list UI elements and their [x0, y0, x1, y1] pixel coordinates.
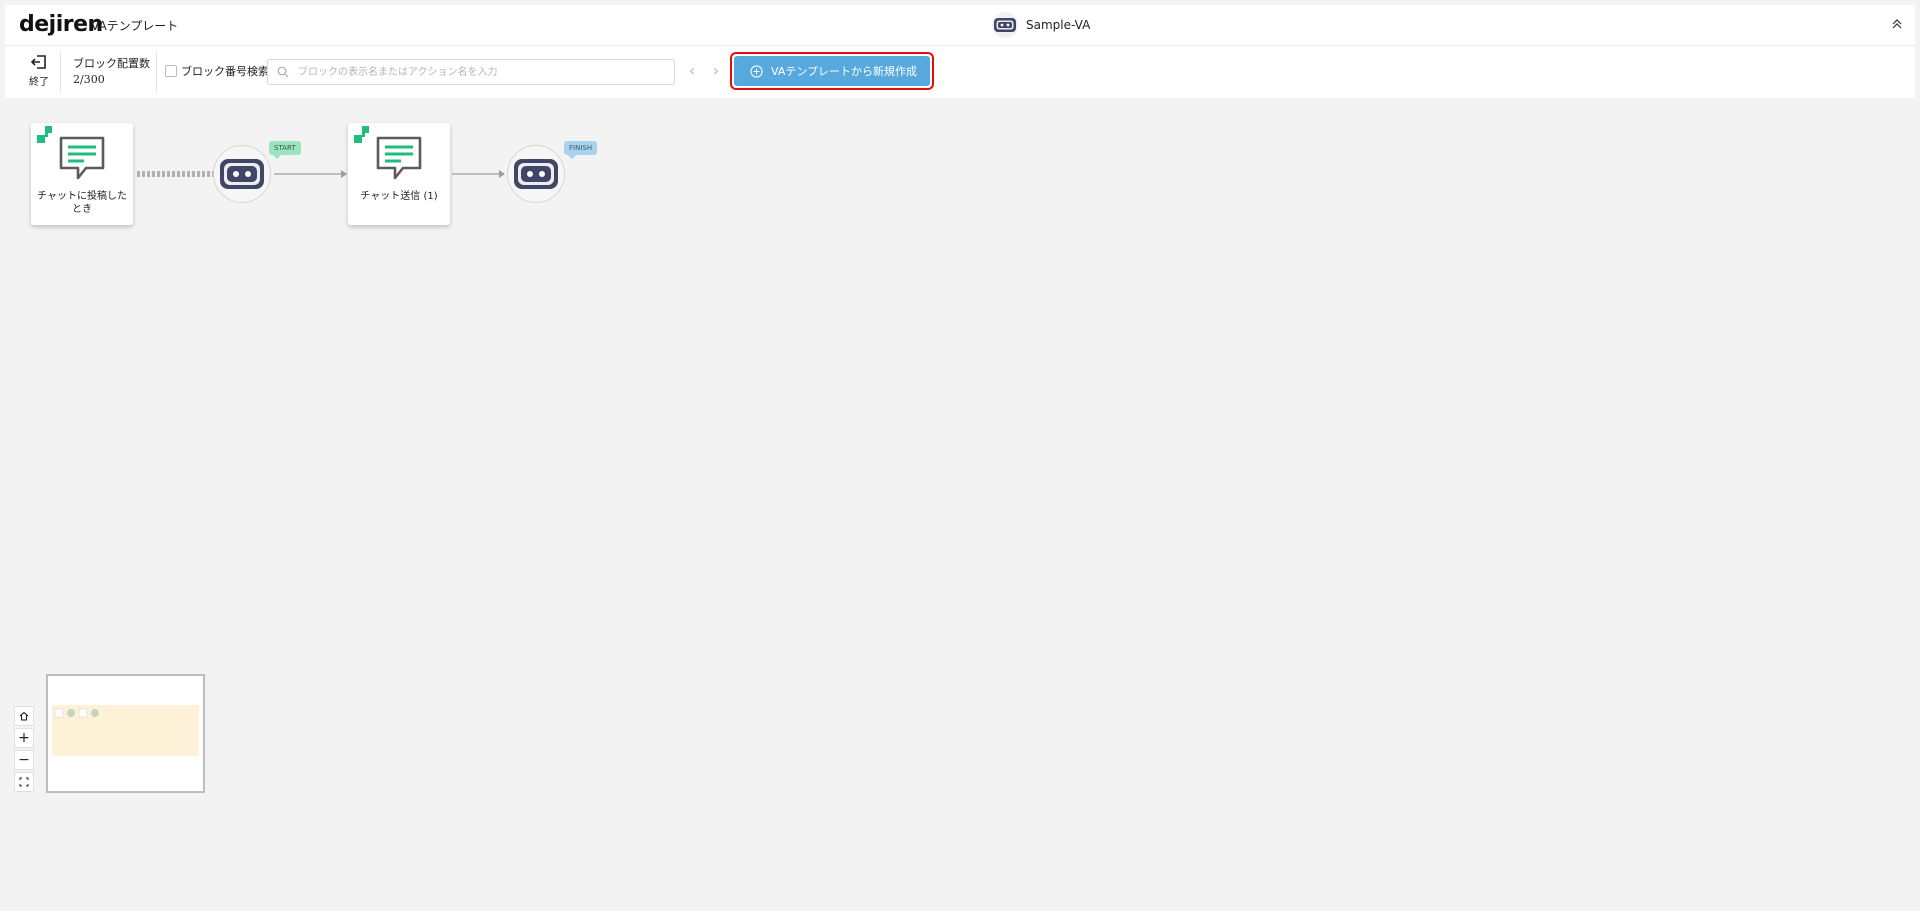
block-count-value: 2/300	[73, 73, 105, 86]
search-by-number-label: ブロック番号検索	[181, 65, 269, 78]
zoom-out-button[interactable]: −	[14, 750, 34, 770]
va-finish-node[interactable]	[507, 145, 565, 203]
arrow-head	[341, 170, 347, 178]
fit-screen-icon	[19, 777, 29, 787]
arrow-head	[499, 170, 505, 178]
divider	[156, 52, 157, 92]
minimap-nodes	[54, 708, 99, 718]
toolbar: 終了 ブロック配置数 2/300 ブロック番号検索 ‹ › VAテンプレートから…	[5, 46, 1915, 98]
create-from-template-button[interactable]: VAテンプレートから新規作成	[734, 56, 930, 86]
finish-tag: FINISH	[564, 141, 598, 159]
start-tag: START	[269, 141, 301, 159]
home-button[interactable]	[14, 706, 34, 726]
va-name: Sample-VA	[1026, 18, 1091, 32]
chat-message-icon	[376, 136, 422, 180]
block-count-label: ブロック配置数	[73, 57, 150, 70]
flow-block-chat-send[interactable]: チャット送信 (1)	[348, 123, 450, 225]
va-robot-icon	[220, 159, 264, 189]
chat-message-icon	[59, 136, 105, 180]
zoom-in-button[interactable]: +	[14, 728, 34, 748]
page-title: VAテンプレート	[91, 19, 179, 33]
top-bar: dejiren VAテンプレート Sample-VA	[5, 5, 1915, 46]
create-from-template-label: VAテンプレートから新規作成	[771, 65, 918, 78]
va-robot-icon	[514, 159, 558, 189]
flow-block-trigger[interactable]: チャットに投稿したとき	[31, 123, 133, 225]
plus-circle-icon	[750, 64, 763, 78]
va-identity: Sample-VA	[992, 12, 1090, 38]
va-start-node[interactable]	[213, 145, 271, 203]
exit-icon	[30, 55, 46, 69]
search-by-number-checkbox[interactable]	[165, 65, 177, 77]
zoom-controls: + −	[14, 706, 34, 794]
minimap[interactable]	[46, 674, 205, 793]
fit-screen-button[interactable]	[14, 772, 34, 792]
collapse-header-icon[interactable]	[1889, 16, 1905, 32]
search-icon	[277, 66, 289, 78]
next-result-button[interactable]: ›	[709, 62, 723, 80]
dejiren-brand-icon	[37, 126, 52, 143]
search-box	[267, 59, 675, 85]
exit-label: 終了	[29, 77, 49, 88]
search-input[interactable]	[296, 60, 670, 84]
home-icon	[19, 711, 29, 721]
block-caption: チャット送信 (1)	[360, 191, 438, 202]
va-robot-icon	[992, 12, 1018, 38]
exit-button[interactable]: 終了	[21, 53, 57, 93]
previous-result-button[interactable]: ‹	[685, 62, 699, 80]
dejiren-brand-icon	[354, 126, 369, 143]
flow-canvas[interactable]: チャットに投稿したとき START チャット送信 (1) FINISH	[0, 99, 1920, 911]
divider	[60, 52, 61, 92]
block-caption: チャットに投稿したとき	[37, 191, 127, 215]
